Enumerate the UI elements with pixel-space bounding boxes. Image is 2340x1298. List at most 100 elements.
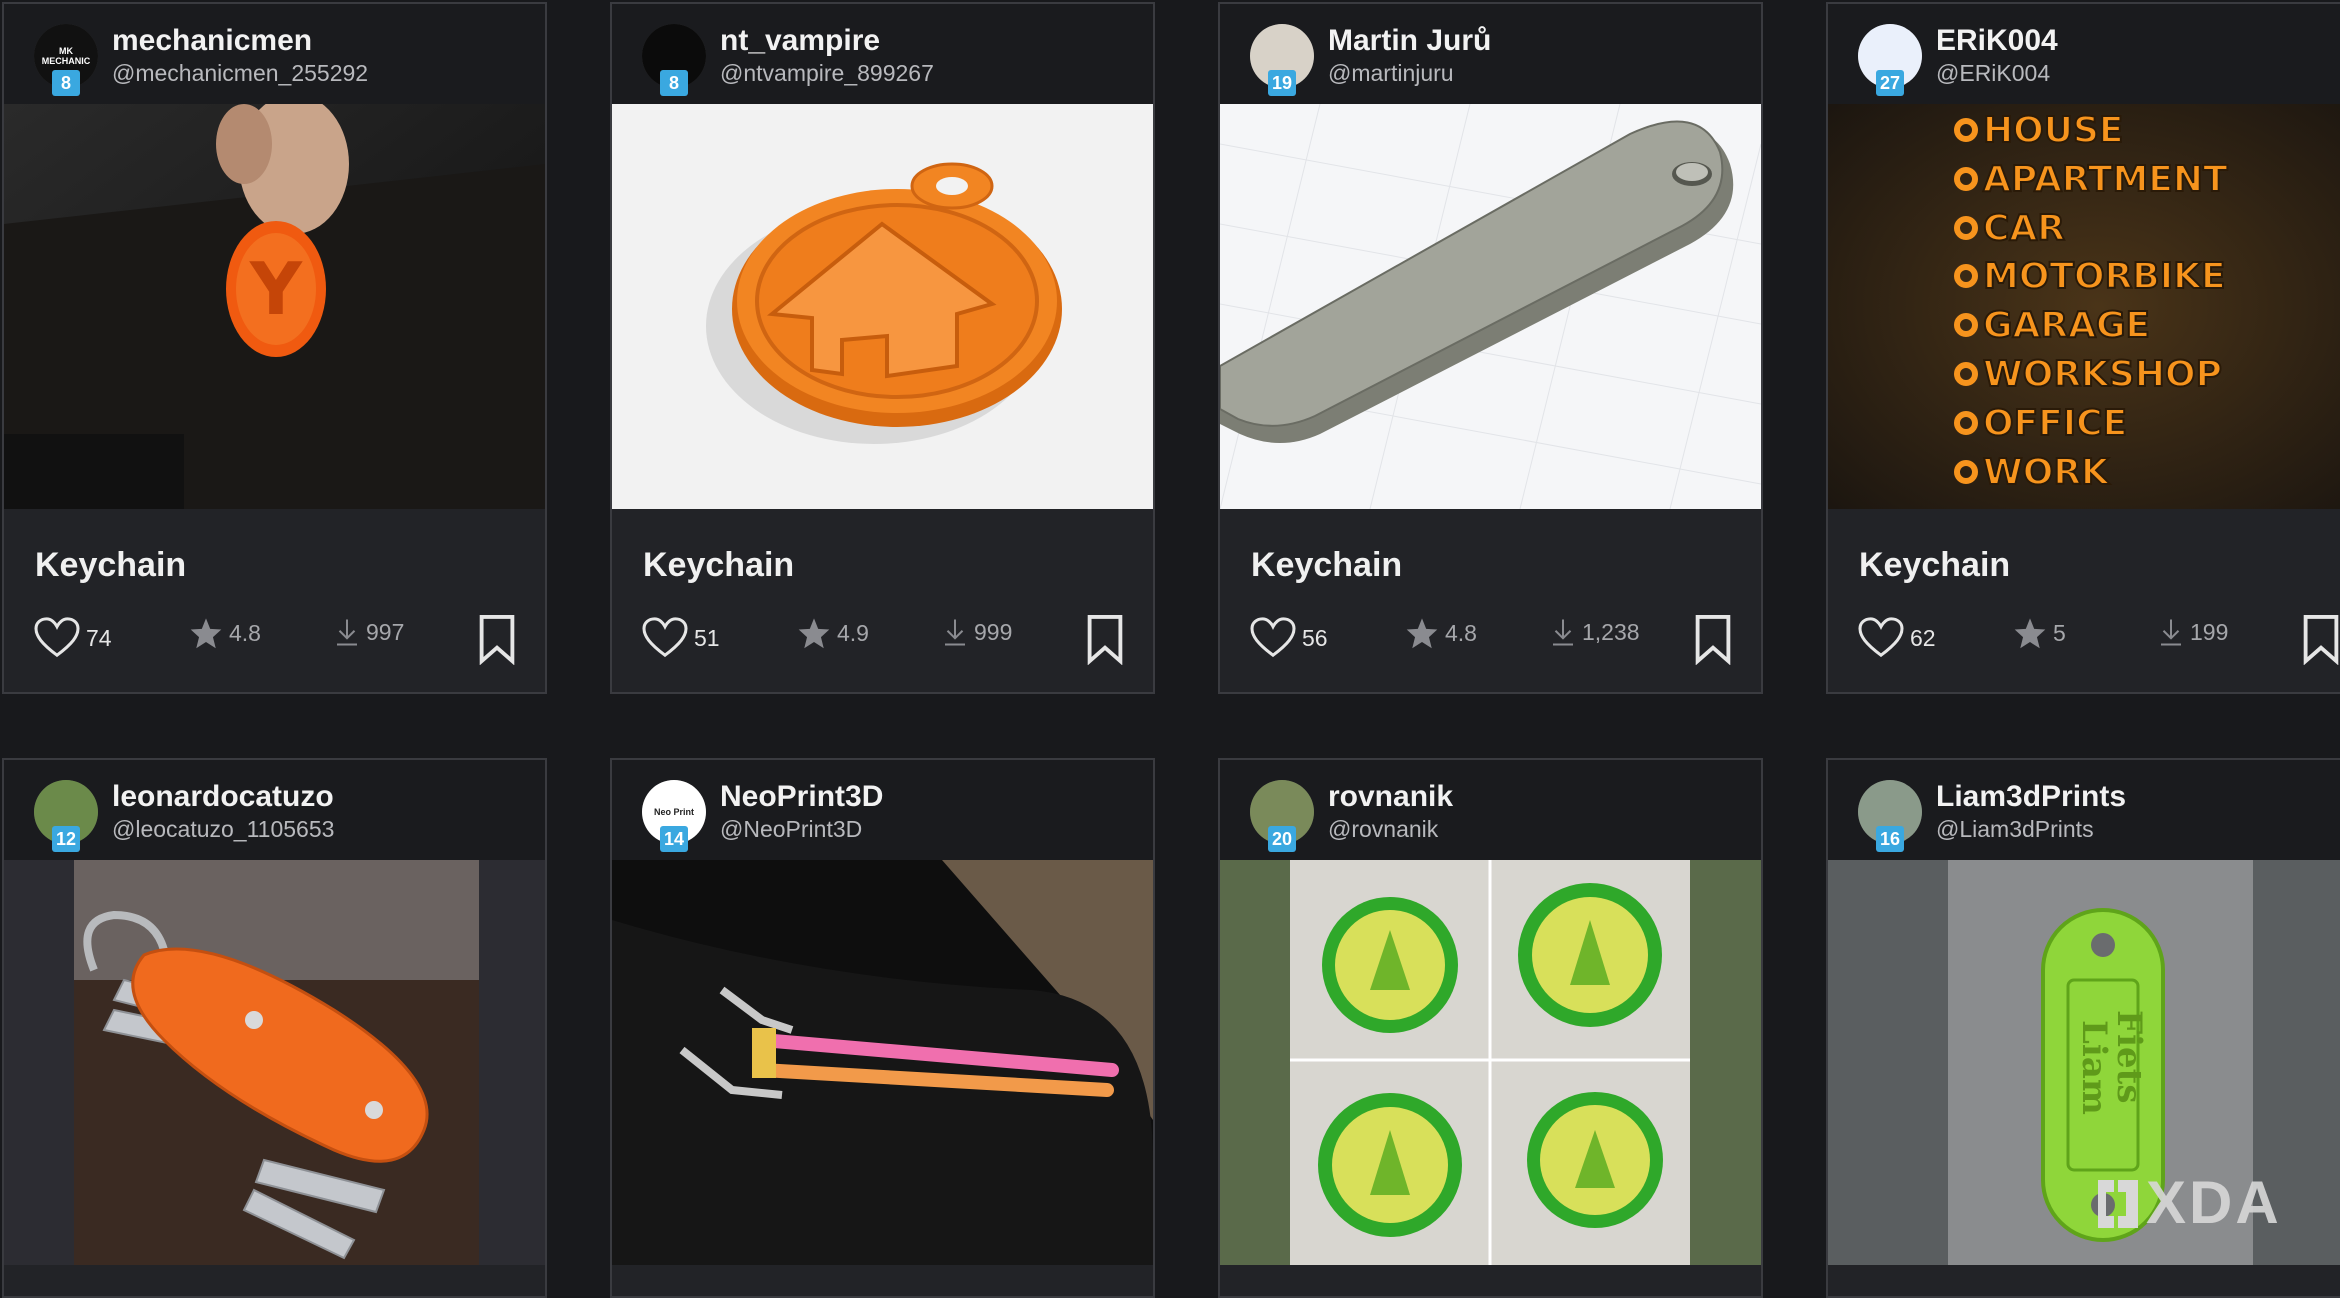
card-header: MK MECHANIC 8 mechanicmen @mechanicmen_2… [4, 4, 545, 104]
model-card[interactable]: 27 ERiK004 @ERiK004 HOUSE APARTMENT CAR … [1826, 2, 2340, 694]
label-text: OFFICE [1983, 403, 2127, 444]
level-badge: 8 [52, 70, 80, 96]
author-handle[interactable]: @NeoPrint3D [720, 814, 1153, 844]
like-count: 51 [694, 624, 720, 651]
model-card[interactable]: MK MECHANIC 8 mechanicmen @mechanicmen_2… [2, 2, 547, 694]
avatar[interactable]: Neo Print 14 [642, 780, 706, 852]
rating: 4.8 [189, 617, 261, 649]
author-name[interactable]: Martin Jurů [1328, 24, 1761, 58]
level-badge: 14 [660, 826, 689, 852]
like-button[interactable]: 74 [34, 617, 112, 659]
downloads: 199 [2158, 617, 2228, 647]
model-title[interactable]: Keychain [1220, 545, 1761, 585]
avatar[interactable]: MK MECHANIC 8 [34, 24, 98, 96]
model-thumbnail[interactable]: Y [4, 104, 545, 509]
card-stats: 51 4.9 999 [612, 607, 1153, 667]
watermark-text: XDA [2146, 1169, 2282, 1236]
author-handle[interactable]: @mechanicmen_255292 [112, 58, 545, 88]
card-header: 8 nt_vampire @ntvampire_899267 [612, 4, 1153, 104]
model-title[interactable]: Keychain [4, 545, 545, 585]
bookmark-icon[interactable] [1693, 615, 1733, 665]
card-header: 12 leonardocatuzo @leocatuzo_1105653 [4, 760, 545, 860]
label-text: APARTMENT [1983, 159, 2228, 200]
model-thumbnail[interactable] [612, 104, 1153, 509]
model-card[interactable]: 19 Martin Jurů @martinjuru Keychain 56 4… [1218, 2, 1763, 694]
heart-icon [642, 617, 688, 658]
download-count: 199 [2190, 618, 2229, 645]
author-handle[interactable]: @Liam3dPrints [1936, 814, 2340, 844]
like-button[interactable]: 56 [1250, 617, 1328, 659]
model-title[interactable]: Keychain [1828, 545, 2340, 585]
author-handle[interactable]: @rovnanik [1328, 814, 1761, 844]
star-icon [1406, 618, 1438, 649]
model-title[interactable]: Keychain [612, 545, 1153, 585]
card-stats: 56 4.8 1,238 [1220, 607, 1761, 667]
bookmark-icon[interactable] [477, 615, 517, 665]
author-name[interactable]: NeoPrint3D [720, 780, 1153, 814]
label-text: MOTORBIKE [1983, 256, 2226, 297]
avatar[interactable]: 19 [1250, 24, 1314, 96]
label-text: WORKSHOP [1983, 354, 2222, 395]
avatar[interactable]: 12 [34, 780, 98, 852]
card-header: Neo Print 14 NeoPrint3D @NeoPrint3D [612, 760, 1153, 860]
download-count: 997 [366, 618, 405, 645]
author-name[interactable]: ERiK004 [1936, 24, 2340, 58]
model-thumbnail[interactable] [612, 860, 1153, 1265]
keychain-cad-tag [1220, 104, 1761, 509]
author-handle[interactable]: @ERiK004 [1936, 58, 2340, 88]
label-text: WORK [1983, 452, 2110, 493]
model-card[interactable]: 20 rovnanik @rovnanik [1218, 758, 1763, 1298]
heart-icon [1250, 617, 1296, 658]
level-badge: 12 [52, 826, 81, 852]
bookmark-icon[interactable] [2301, 615, 2340, 665]
xda-watermark: XDA [2090, 1168, 2282, 1237]
card-stats: 74 4.8 997 [4, 607, 545, 667]
avatar[interactable]: 16 [1858, 780, 1922, 852]
tag-text: Liam [2074, 1020, 2114, 1115]
rating-value: 4.9 [837, 619, 869, 646]
model-thumbnail[interactable] [1220, 860, 1761, 1265]
model-card[interactable]: Neo Print 14 NeoPrint3D @NeoPrint3D [610, 758, 1155, 1298]
key-organizer-photo [4, 860, 545, 1265]
author-name[interactable]: Liam3dPrints [1936, 780, 2340, 814]
label-text: GARAGE [1983, 305, 2150, 346]
author-name[interactable]: mechanicmen [112, 24, 545, 58]
model-thumbnail[interactable]: HOUSE APARTMENT CAR MOTORBIKE GARAGE WOR… [1828, 104, 2340, 509]
heart-icon [34, 617, 80, 658]
level-badge: 16 [1876, 826, 1905, 852]
author-name[interactable]: leonardocatuzo [112, 780, 545, 814]
rating-value: 4.8 [229, 619, 261, 646]
level-badge: 19 [1268, 70, 1297, 96]
like-button[interactable]: 62 [1858, 617, 1936, 659]
level-badge: 8 [660, 70, 688, 96]
star-icon [190, 618, 222, 649]
rating-value: 5 [2053, 619, 2066, 646]
card-header: 27 ERiK004 @ERiK004 [1828, 4, 2340, 104]
star-icon [2014, 618, 2046, 649]
author-handle[interactable]: @martinjuru [1328, 58, 1761, 88]
author-name[interactable]: nt_vampire [720, 24, 1153, 58]
level-badge: 27 [1876, 70, 1905, 96]
author-name[interactable]: rovnanik [1328, 780, 1761, 814]
like-button[interactable]: 51 [642, 617, 720, 659]
level-badge: 20 [1268, 826, 1297, 852]
model-card[interactable]: 8 nt_vampire @ntvampire_899267 Keychain … [610, 2, 1155, 694]
avatar[interactable]: 27 [1858, 24, 1922, 96]
avatar[interactable]: 20 [1250, 780, 1314, 852]
card-stats: 62 5 199 [1828, 607, 2340, 667]
bookmark-icon[interactable] [1085, 615, 1125, 665]
download-count: 999 [974, 618, 1013, 645]
author-handle[interactable]: @ntvampire_899267 [720, 58, 1153, 88]
download-icon [945, 619, 965, 646]
heart-icon [1858, 617, 1904, 658]
hop-keychains-collage [1220, 860, 1761, 1265]
avatar[interactable]: 8 [642, 24, 706, 96]
model-thumbnail[interactable] [1220, 104, 1761, 509]
downloads: 999 [942, 617, 1012, 647]
rating: 4.8 [1405, 617, 1477, 649]
keychain-photo-y: Y [4, 104, 545, 509]
model-card[interactable]: 12 leonardocatuzo @leocatuzo_1105653 [2, 758, 547, 1298]
keychain-render-house [612, 104, 1153, 509]
author-handle[interactable]: @leocatuzo_1105653 [112, 814, 545, 844]
model-thumbnail[interactable] [4, 860, 545, 1265]
